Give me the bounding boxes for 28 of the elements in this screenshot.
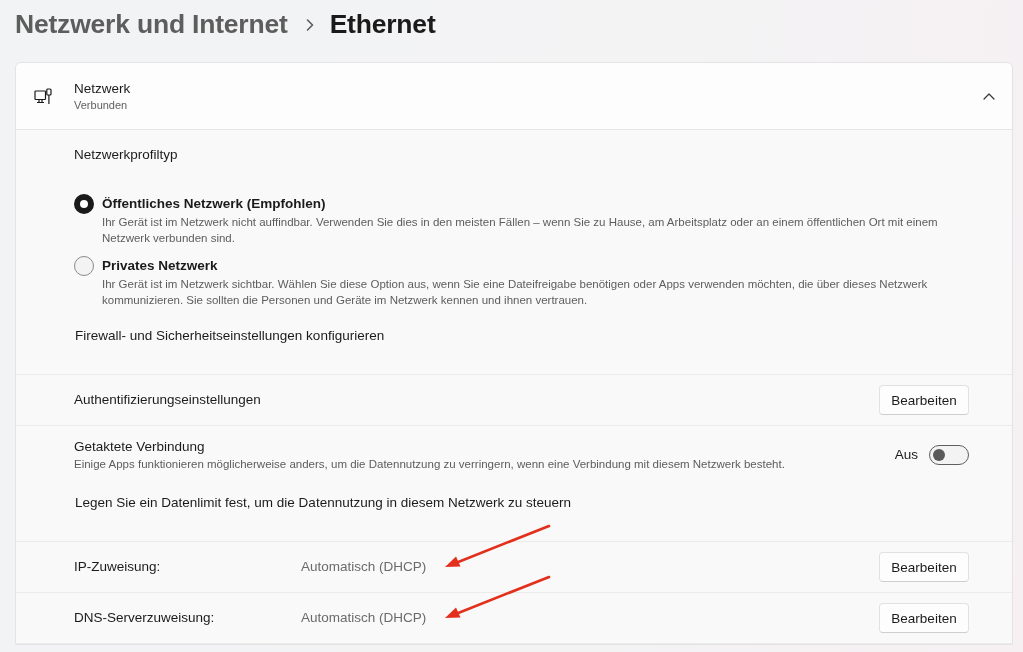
network-title: Netzwerk	[74, 79, 131, 97]
setting-label: Authentifizierungseinstellungen	[74, 391, 261, 409]
connection-status: Verbunden	[74, 97, 128, 113]
edit-button[interactable]: Bearbeiten	[879, 385, 969, 415]
breadcrumb-link[interactable]: Netzwerk und Internet	[15, 6, 288, 42]
chevron-right-icon	[305, 19, 314, 31]
radio-label: Privates Netzwerk	[102, 257, 218, 275]
option-description: Ihr Gerät ist im Netzwerk nicht auffindbar. Verwenden Sie dies in den meisten Fällen – wenn Sie zu Hause, am Arbeitsplatz oder an einem öffentlichen Ort mit einem Netzwerk verbunden sind.	[102, 215, 939, 246]
setting-label: IP-Zuweisung:	[74, 558, 161, 576]
setting-description: Einige Apps funktionieren möglicherweise anders, um die Datennutzung zu verringern, wenn eine Verbindung mit diesem Netzwerk besteht.	[74, 457, 785, 472]
edit-button[interactable]: Bearbeiten	[879, 552, 969, 582]
data-limit-link[interactable]: Legen Sie ein Datenlimit fest, um die Datennutzung in diesem Netzwerk zu steuern	[75, 494, 571, 512]
radio-button[interactable]	[74, 194, 94, 214]
page-title: Ethernet	[329, 8, 436, 41]
edit-button[interactable]: Bearbeiten	[879, 603, 969, 633]
network-monitor-icon	[34, 88, 52, 106]
chevron-up-icon[interactable]	[983, 92, 995, 100]
setting-label: Getaktete Verbindung	[74, 438, 205, 456]
radio-button[interactable]	[74, 256, 94, 276]
section-heading: Netzwerkprofiltyp	[74, 146, 178, 164]
setting-value: Automatisch (DHCP)	[301, 609, 427, 627]
option-description: Ihr Gerät ist im Netzwerk sichtbar. Wählen Sie diese Option aus, wenn Sie eine Dateifreigabe benötigen oder Apps verwenden möchten, die über dieses Netzwerk kommunizieren. Sie sollten die Personen und Geräte im Netzwerk kennen und ihnen vertrauen.	[102, 277, 929, 308]
toggle-switch[interactable]	[929, 445, 969, 465]
setting-value: Automatisch (DHCP)	[301, 558, 427, 576]
firewall-settings-link[interactable]: Firewall- und Sicherheitseinstellungen konfigurieren	[75, 327, 385, 345]
radio-label: Öffentliches Netzwerk (Empfohlen)	[102, 195, 326, 213]
toggle-state-label: Aus	[894, 446, 918, 464]
setting-label: DNS-Serverzuweisung:	[74, 609, 215, 627]
